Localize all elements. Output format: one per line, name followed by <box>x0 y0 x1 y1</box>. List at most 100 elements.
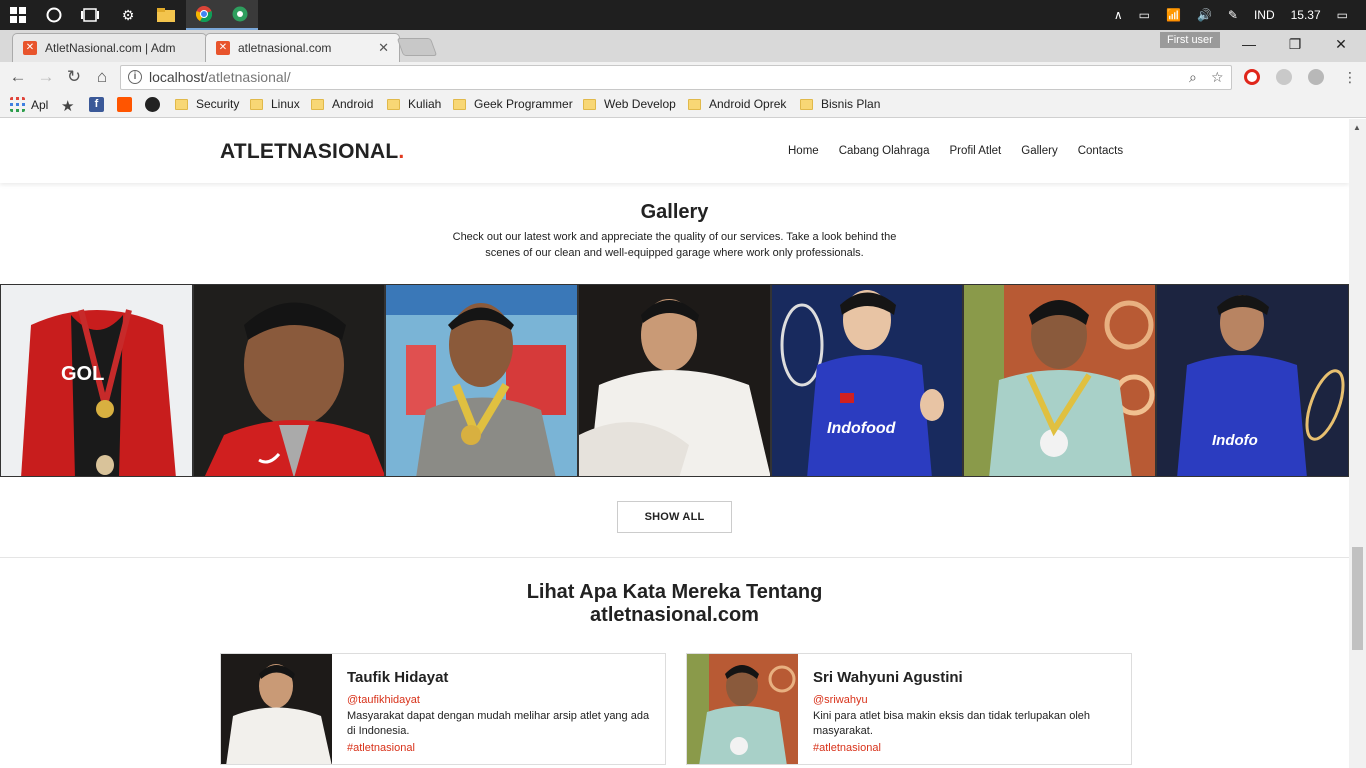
chrome-taskbar-icon[interactable] <box>186 0 222 30</box>
gallery-photo[interactable] <box>578 284 771 477</box>
minimize-icon[interactable]: — <box>1226 30 1272 58</box>
gallery-photo[interactable] <box>192 284 386 477</box>
bookmark-kuliah[interactable]: Kuliah <box>387 97 441 111</box>
site-header: ATLETNASIONAL. Home Cabang Olahraga Prof… <box>0 119 1349 183</box>
folder-icon <box>311 98 324 110</box>
testimonial-handle[interactable]: @taufikhidayat <box>347 694 420 706</box>
soundcloud-icon <box>117 97 132 112</box>
home-icon[interactable]: ⌂ <box>90 65 114 89</box>
volume-icon[interactable]: 🔊 <box>1189 8 1220 22</box>
testimonials-title: Lihat Apa Kata Mereka Tentang atletnasio… <box>0 581 1349 627</box>
info-icon[interactable]: i <box>128 70 142 84</box>
bookmark-bisnis-plan[interactable]: Bisnis Plan <box>800 97 880 111</box>
bookmark-android-oprek[interactable]: Android Oprek <box>688 97 786 111</box>
logo-dot: . <box>398 140 405 163</box>
folder-icon <box>800 98 813 110</box>
pen-icon[interactable]: ✎ <box>1220 8 1246 22</box>
nav-cabang-olahraga[interactable]: Cabang Olahraga <box>839 145 930 157</box>
bookmark-label: Web Develop <box>604 97 676 111</box>
bookmark-github[interactable] <box>145 97 166 112</box>
notification-icon[interactable]: ▭ <box>1329 8 1366 22</box>
github-icon <box>145 97 160 112</box>
folder-icon <box>688 98 701 110</box>
tab-admin[interactable]: ✕ AtletNasional.com | Adm <box>12 33 207 62</box>
bookmark-soundcloud[interactable] <box>117 97 138 112</box>
folder-icon <box>387 98 400 110</box>
forward-arrow-icon[interactable]: → <box>34 65 58 89</box>
bookmark-label: Android <box>332 97 374 111</box>
section-divider <box>0 557 1349 558</box>
nav-home[interactable]: Home <box>788 145 819 157</box>
clock[interactable]: 15.37 <box>1283 8 1329 22</box>
extension-icon[interactable] <box>1308 69 1324 85</box>
reload-icon[interactable]: ↻ <box>62 65 86 89</box>
file-explorer-icon[interactable] <box>148 0 184 30</box>
close-window-icon[interactable]: ✕ <box>1318 30 1364 58</box>
windows-start-icon[interactable] <box>0 0 36 30</box>
new-tab-button[interactable] <box>396 38 438 56</box>
gallery-photo[interactable] <box>963 284 1157 477</box>
tab-title: atletnasional.com <box>238 41 332 55</box>
battery-icon[interactable]: ▭ <box>1131 8 1158 22</box>
nav-gallery[interactable]: Gallery <box>1021 145 1057 157</box>
scrollbar-thumb[interactable] <box>1352 547 1363 650</box>
bookmark-web-develop[interactable]: Web Develop <box>583 97 676 111</box>
network-icon[interactable]: 📶 <box>1158 8 1189 22</box>
task-view-icon[interactable] <box>72 0 108 30</box>
bookmark-label: Apl <box>31 97 49 112</box>
testimonial-text: Masyarakat dapat dengan mudah melihar ar… <box>347 710 650 737</box>
cortana-icon[interactable] <box>36 0 72 30</box>
language-indicator[interactable]: IND <box>1246 8 1283 22</box>
bookmark-android[interactable]: Android <box>311 97 373 111</box>
bookmark-star-icon[interactable]: ☆ <box>1211 66 1224 89</box>
testimonial-hashtag[interactable]: #atletnasional <box>813 742 881 754</box>
gallery-photo[interactable]: GOL <box>0 284 193 477</box>
bookmark-linux[interactable]: Linux <box>250 97 300 111</box>
bookmark-label: Bisnis Plan <box>821 97 881 111</box>
nav-profil-atlet[interactable]: Profil Atlet <box>949 145 1001 157</box>
web-page: ATLETNASIONAL. Home Cabang Olahraga Prof… <box>0 119 1349 768</box>
zoom-search-icon[interactable]: ⌕ <box>1189 66 1197 89</box>
bookmark-apps[interactable]: Apl <box>10 97 48 112</box>
settings-gear-icon[interactable]: ⚙ <box>110 0 146 30</box>
address-bar[interactable]: i localhost/atletnasional/ ⌕ ☆ <box>120 65 1232 90</box>
xampp-icon: ✕ <box>216 41 230 55</box>
profile-button[interactable]: First user <box>1160 32 1220 48</box>
show-all-button[interactable]: SHOW ALL <box>617 501 732 533</box>
scroll-up-icon[interactable]: ▲ <box>1353 123 1361 132</box>
close-tab-icon[interactable]: ✕ <box>378 40 389 56</box>
nav-contacts[interactable]: Contacts <box>1078 145 1123 157</box>
opera-extension-icon[interactable] <box>1244 69 1260 85</box>
bookmark-facebook[interactable]: f <box>89 97 110 112</box>
url-host: localhost/ <box>149 69 209 85</box>
main-nav: Home Cabang Olahraga Profil Atlet Galler… <box>788 145 1143 157</box>
testimonials-title-line2: atletnasional.com <box>590 604 759 626</box>
bookmark-geek-programmer[interactable]: Geek Programmer <box>453 97 573 111</box>
star-icon: ★ <box>61 98 75 115</box>
testimonial-hashtag[interactable]: #atletnasional <box>347 742 415 754</box>
page-scrollbar[interactable]: ▲ <box>1349 119 1366 768</box>
testimonial-name: Sri Wahyuni Agustini <box>813 669 963 686</box>
gallery-photo[interactable]: Indofo <box>1156 284 1349 477</box>
gallery-photo[interactable]: Indofood <box>770 284 964 477</box>
tab-atletnasional[interactable]: ✕ atletnasional.com ✕ <box>205 33 400 62</box>
windows-taskbar: ⚙ ∧ ▭ 📶 🔊 ✎ IND 15.37 ▭ <box>0 0 1366 30</box>
site-logo[interactable]: ATLETNASIONAL. <box>220 140 404 164</box>
testimonial-card: Taufik Hidayat @taufikhidayat Masyarakat… <box>220 653 666 765</box>
folder-icon <box>453 98 466 110</box>
gallery-photo[interactable] <box>385 284 579 477</box>
bookmark-label: Android Oprek <box>709 97 787 111</box>
bookmark-security[interactable]: Security <box>175 97 239 111</box>
globe-extension-icon[interactable] <box>1276 69 1292 85</box>
system-tray: ∧ ▭ 📶 🔊 ✎ IND 15.37 ▭ <box>1106 0 1366 30</box>
svg-text:Indofo: Indofo <box>1212 432 1258 449</box>
bookmarks-bar: Apl ★ f Security Linux Android Kuliah Ge… <box>0 92 1366 118</box>
testimonial-handle[interactable]: @sriwahyu <box>813 694 868 706</box>
menu-kebab-icon[interactable]: ⋮ <box>1338 65 1362 89</box>
chevron-up-icon[interactable]: ∧ <box>1106 8 1131 22</box>
back-arrow-icon[interactable]: ← <box>6 65 30 89</box>
maximize-icon[interactable]: ❐ <box>1272 30 1318 58</box>
app-taskbar-icon[interactable] <box>222 0 258 30</box>
bookmark-star[interactable]: ★ <box>61 97 74 115</box>
apps-grid-icon <box>10 97 25 112</box>
